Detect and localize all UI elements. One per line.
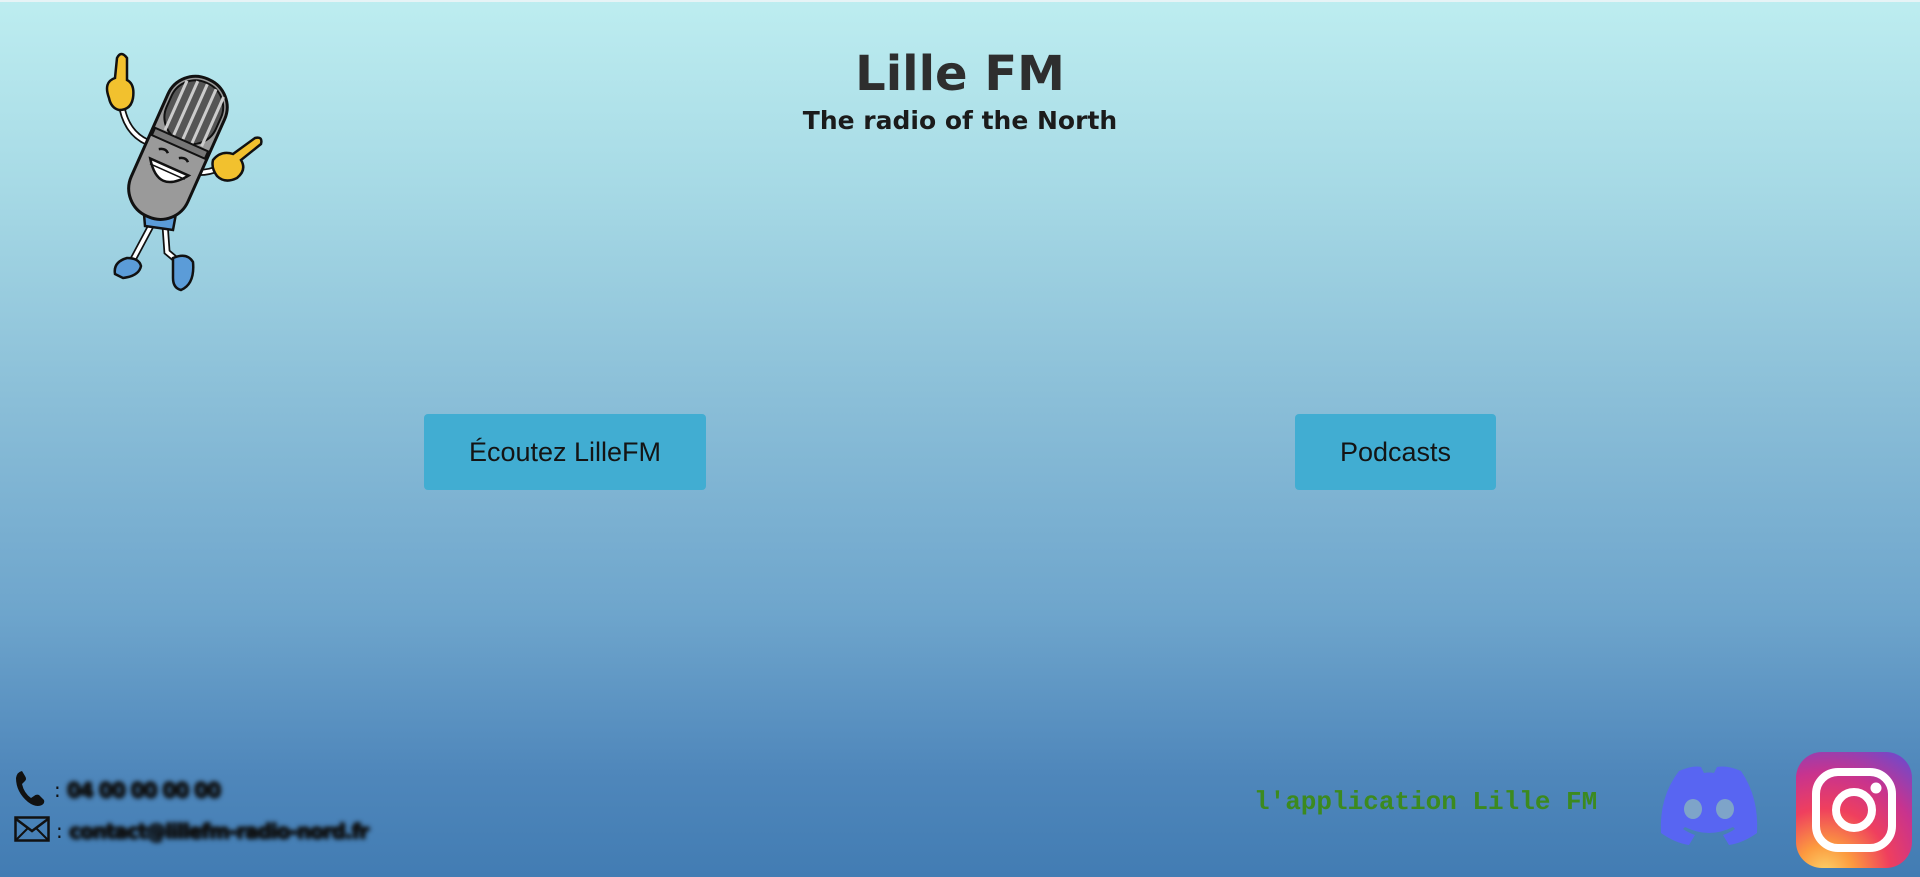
instagram-icon[interactable] xyxy=(1796,752,1912,868)
site-header: Lille FM The radio of the North xyxy=(0,44,1920,138)
mail-address[interactable]: contact@lillefm-radio-nord.fr xyxy=(69,819,369,843)
top-border xyxy=(0,0,1920,2)
phone-separator: : xyxy=(54,778,61,802)
contact-mail: : contact@lillefm-radio-nord.fr xyxy=(14,815,369,847)
listen-live-button[interactable]: Écoutez LilleFM xyxy=(424,414,706,490)
discord-icon[interactable] xyxy=(1655,763,1763,847)
page-subtitle: The radio of the North xyxy=(802,106,1118,135)
mail-separator: : xyxy=(56,819,63,843)
contact-phone: : 04 00 00 00 00 xyxy=(14,768,221,812)
phone-icon xyxy=(14,768,48,812)
app-link-text[interactable]: l'application Lille FM xyxy=(1254,787,1597,817)
podcasts-button[interactable]: Podcasts xyxy=(1295,414,1496,490)
page-title: Lille FM xyxy=(855,46,1065,102)
phone-number[interactable]: 04 00 00 00 00 xyxy=(67,778,221,802)
mail-icon xyxy=(14,816,50,846)
